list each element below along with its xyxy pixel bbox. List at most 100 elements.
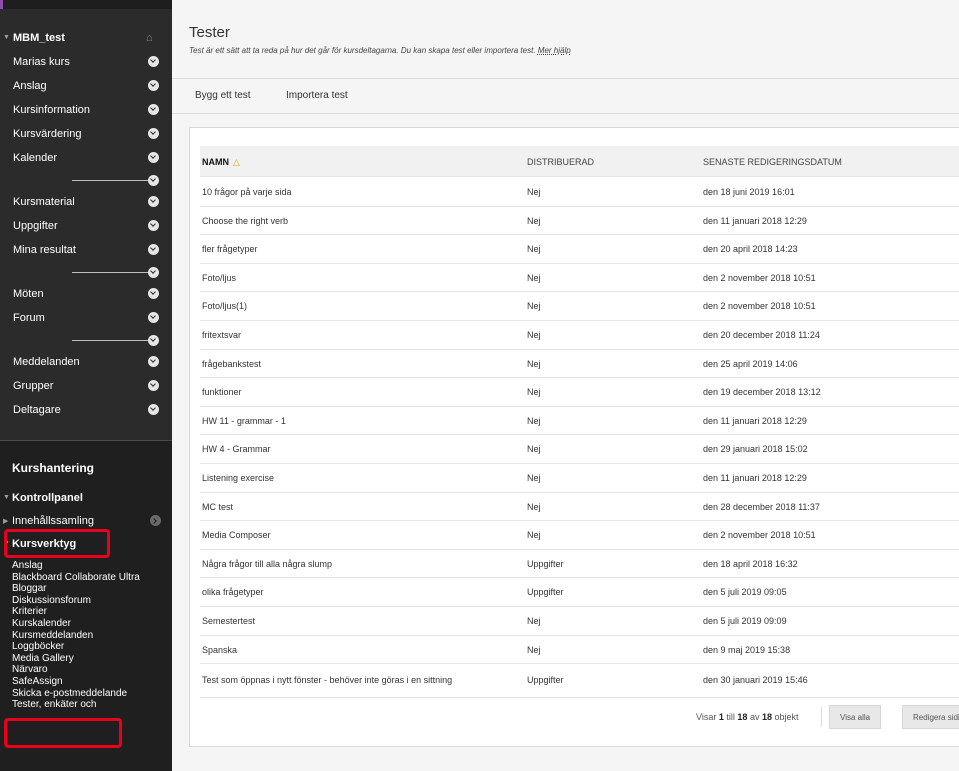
chevron-down-icon[interactable] bbox=[148, 104, 159, 115]
sidebar-item[interactable]: Uppgifter bbox=[0, 214, 172, 238]
sidebar-item[interactable]: Anslag bbox=[0, 74, 172, 98]
table-row[interactable]: Media Composer Nej den 2 november 2018 10:… bbox=[200, 521, 959, 550]
table-row[interactable]: Semestertest Nej den 5 juli 2019 09:09 bbox=[200, 607, 959, 636]
collapse-triangle-icon[interactable]: ▼ bbox=[3, 26, 10, 50]
chevron-down-icon[interactable] bbox=[148, 288, 159, 299]
table-row[interactable]: funktioner Nej den 19 december 2018 13:12 bbox=[200, 378, 959, 407]
test-name-link[interactable]: olika frågetyper bbox=[202, 587, 264, 597]
more-help-link[interactable]: Mer hjälp bbox=[538, 46, 571, 55]
course-tool-link[interactable]: Anslag bbox=[12, 560, 170, 572]
table-row[interactable]: Några frågor till alla några slump Uppgif… bbox=[200, 550, 959, 579]
chevron-down-icon[interactable] bbox=[148, 175, 159, 186]
course-tool-link[interactable]: Kriterier bbox=[12, 606, 170, 618]
course-tool-link[interactable]: Blackboard Collaborate Ultra bbox=[12, 572, 170, 584]
table-row[interactable]: fritextsvar Nej den 20 december 2018 11:24 bbox=[200, 321, 959, 350]
show-all-button[interactable]: Visa alla bbox=[829, 705, 882, 729]
sidebar-item[interactable]: Möten bbox=[0, 282, 172, 306]
table-row[interactable]: 10 frågor på varje sida Nej den 18 juni 20… bbox=[200, 178, 959, 207]
test-name-link[interactable]: HW 11 - grammar - 1 bbox=[202, 416, 286, 426]
test-name-link[interactable]: HW 4 - Grammar bbox=[202, 444, 271, 454]
test-name-link[interactable]: Foto/ljus bbox=[202, 273, 236, 283]
paging-info-prefix: Visar bbox=[696, 712, 717, 722]
table-row[interactable]: Spanska Nej den 9 maj 2019 15:38 bbox=[200, 636, 959, 665]
column-header-distributed[interactable]: DISTRIBUERAD bbox=[527, 157, 594, 167]
table-row[interactable]: Foto/ljus(1) Nej den 2 november 2018 10:51 bbox=[200, 292, 959, 321]
content-collection-item[interactable]: ▶ Innehållssamling bbox=[3, 515, 161, 527]
chevron-down-icon[interactable] bbox=[148, 56, 159, 67]
test-name-link[interactable]: Några frågor till alla några slump bbox=[202, 559, 332, 569]
chevron-down-icon[interactable] bbox=[148, 196, 159, 207]
chevron-down-icon[interactable] bbox=[148, 267, 159, 278]
test-name-link[interactable]: Semestertest bbox=[202, 616, 255, 626]
sidebar-item[interactable]: Mina resultat bbox=[0, 238, 172, 262]
test-name-link[interactable]: fler frågetyper bbox=[202, 244, 258, 254]
table-row[interactable]: HW 4 - Grammar Nej den 29 januari 2018 15:… bbox=[200, 435, 959, 464]
control-panel-heading[interactable]: ▼ Kontrollpanel bbox=[3, 492, 83, 504]
test-name-link[interactable]: funktioner bbox=[202, 387, 242, 397]
test-name-link[interactable]: Spanska bbox=[202, 645, 237, 655]
chevron-down-icon[interactable] bbox=[148, 80, 159, 91]
test-name-link[interactable]: Media Composer bbox=[202, 530, 271, 540]
course-tool-link[interactable]: Närvaro bbox=[12, 664, 170, 676]
test-name-link[interactable]: Listening exercise bbox=[202, 473, 274, 483]
column-header-name[interactable]: NAMN △ bbox=[202, 157, 240, 168]
footer-divider bbox=[821, 707, 822, 727]
build-test-button[interactable]: Bygg ett test bbox=[195, 90, 251, 101]
test-name-link[interactable]: 10 frågor på varje sida bbox=[202, 187, 292, 197]
chevron-down-icon[interactable] bbox=[148, 356, 159, 367]
course-tool-link[interactable]: SafeAssign bbox=[12, 676, 170, 688]
course-title[interactable]: ▼ MBM_test ⌂ bbox=[0, 26, 172, 50]
table-row[interactable]: Foto/ljus Nej den 2 november 2018 10:51 bbox=[200, 264, 959, 293]
table-row[interactable]: frågebankstest Nej den 25 april 2019 14:06 bbox=[200, 350, 959, 379]
chevron-down-icon[interactable] bbox=[148, 220, 159, 231]
sort-ascending-icon[interactable]: △ bbox=[233, 157, 240, 168]
course-tool-link[interactable]: Media Gallery bbox=[12, 653, 170, 665]
sidebar-item[interactable]: Kursmaterial bbox=[0, 190, 172, 214]
test-name-link[interactable]: frågebankstest bbox=[202, 359, 261, 369]
sidebar-item-label: Kursinformation bbox=[13, 104, 91, 116]
table-row[interactable]: Choose the right verb Nej den 11 januari 2… bbox=[200, 207, 959, 236]
course-tool-link[interactable]: Tester, enkäter och bbox=[12, 699, 170, 711]
table-row[interactable]: Listening exercise Nej den 11 januari 2018… bbox=[200, 464, 959, 493]
chevron-down-icon[interactable] bbox=[148, 380, 159, 391]
course-tool-link[interactable]: Bloggar bbox=[12, 583, 170, 595]
chevron-down-icon[interactable] bbox=[148, 335, 159, 346]
chevron-down-icon[interactable] bbox=[148, 152, 159, 163]
course-tool-link[interactable]: Loggböcker bbox=[12, 641, 170, 653]
test-name-link[interactable]: Foto/ljus(1) bbox=[202, 301, 247, 311]
test-name-link[interactable]: fritextsvar bbox=[202, 330, 241, 340]
import-test-button[interactable]: Importera test bbox=[286, 90, 348, 101]
course-tool-link[interactable]: Kursmeddelanden bbox=[12, 630, 170, 642]
collapse-triangle-icon[interactable]: ▼ bbox=[3, 494, 10, 501]
expand-triangle-icon[interactable]: ▶ bbox=[3, 517, 8, 525]
sidebar-item[interactable]: Kalender bbox=[0, 146, 172, 170]
chevron-down-icon[interactable] bbox=[148, 128, 159, 139]
sidebar-item[interactable]: Forum bbox=[0, 306, 172, 330]
sidebar-item[interactable]: Marias kurs bbox=[0, 50, 172, 74]
test-name-link[interactable]: Choose the right verb bbox=[202, 216, 288, 226]
edit-paging-button[interactable]: Redigera sidindelning bbox=[902, 705, 959, 729]
course-tool-link[interactable]: Skicka e-postmeddelande bbox=[12, 688, 170, 700]
test-name-link[interactable]: MC test bbox=[202, 502, 233, 512]
sidebar-item[interactable]: Deltagare bbox=[0, 398, 172, 422]
table-row[interactable]: Test som öppnas i nytt fönster - behöver… bbox=[200, 664, 959, 699]
sidebar-item[interactable]: Grupper bbox=[0, 374, 172, 398]
last-edited-cell: den 9 maj 2019 15:38 bbox=[703, 644, 791, 655]
home-icon[interactable]: ⌂ bbox=[146, 26, 153, 50]
course-title-label: MBM_test bbox=[13, 32, 65, 44]
table-row[interactable]: fler frågetyper Nej den 20 april 2018 14:2… bbox=[200, 235, 959, 264]
arrow-right-icon[interactable] bbox=[150, 515, 161, 526]
chevron-down-icon[interactable] bbox=[148, 244, 159, 255]
sidebar-item[interactable]: Meddelanden bbox=[0, 350, 172, 374]
table-row[interactable]: HW 11 - grammar - 1 Nej den 11 januari 201… bbox=[200, 407, 959, 436]
course-tool-link[interactable]: Diskussionsforum bbox=[12, 595, 170, 607]
table-row[interactable]: MC test Nej den 28 december 2018 11:37 bbox=[200, 493, 959, 522]
column-header-last-edited[interactable]: SENASTE REDIGERINGSDATUM bbox=[703, 157, 842, 167]
chevron-down-icon[interactable] bbox=[148, 404, 159, 415]
test-name-link[interactable]: Test som öppnas i nytt fönster - behöver… bbox=[202, 675, 452, 685]
table-row[interactable]: olika frågetyper Uppgifter den 5 juli 2019… bbox=[200, 578, 959, 607]
sidebar-item[interactable]: Kursinformation bbox=[0, 98, 172, 122]
chevron-down-icon[interactable] bbox=[148, 312, 159, 323]
sidebar-item[interactable]: Kursvärdering bbox=[0, 122, 172, 146]
course-tool-link[interactable]: Kurskalender bbox=[12, 618, 170, 630]
